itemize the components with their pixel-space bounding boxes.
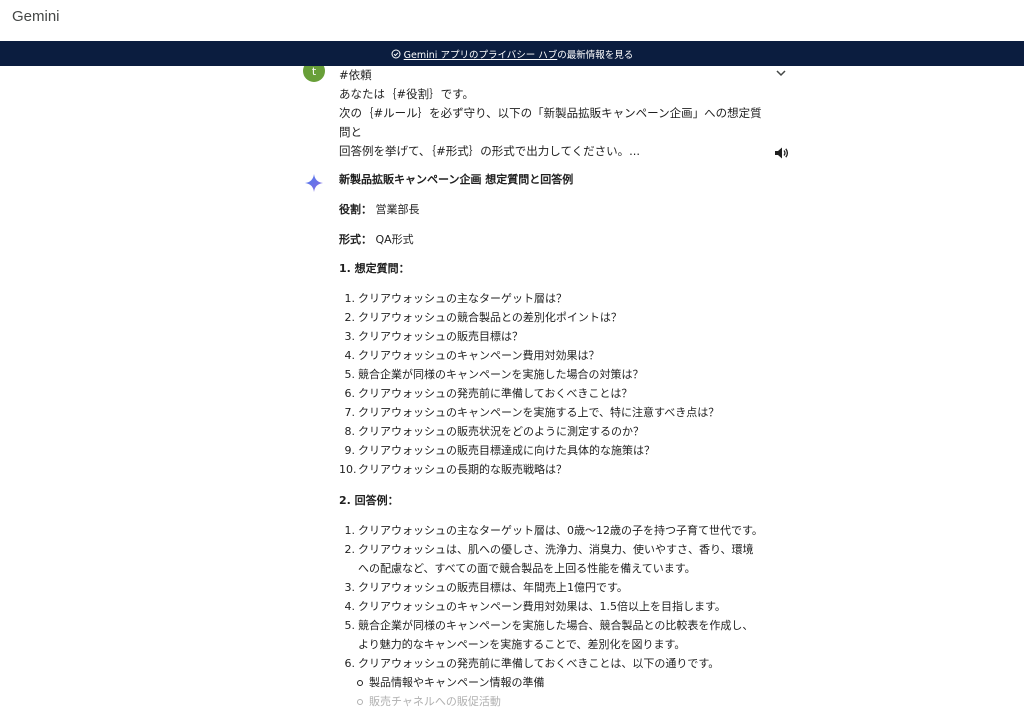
list-item: 製品情報やキャンペーン情報の準備 xyxy=(339,673,779,692)
user-message-line: 回答例を挙げて、｛#形式｝の形式で出力してください。... xyxy=(339,144,641,158)
privacy-banner: Gemini アプリのプライバシー ハブ の最新情報を見る xyxy=(0,41,1024,66)
user-avatar: t xyxy=(303,66,325,82)
banner-suffix: の最新情報を見る xyxy=(557,49,634,61)
chevron-down-icon[interactable] xyxy=(774,66,788,80)
list-item: 7. クリアウォッシュのキャンペーンを実施する上で、特に注意すべき点は？ xyxy=(344,406,720,419)
list-item: 4. クリアウォッシュのキャンペーン費用対効果は？ xyxy=(344,349,600,362)
list-item: 6. クリアウォッシュの発売前に準備しておくべきことは、以下の通りです。 xyxy=(344,657,720,670)
list-item: 1. クリアウォッシュの主なターゲット層は、0歳～12歳の子を持つ子育て世代です。 xyxy=(344,524,763,537)
list-item: 4. クリアウォッシュのキャンペーン費用対効果は、1.5倍以上を目指します。 xyxy=(344,600,726,613)
list-item: 6. クリアウォッシュの発売前に準備しておくべきことは？ xyxy=(344,387,633,400)
list-item: 1. クリアウォッシュの主なターゲット層は？ xyxy=(344,292,568,305)
list-item: 9. クリアウォッシュの販売目標達成に向けた具体的な施策は？ xyxy=(344,444,656,457)
user-message-line: あなたは｛#役割｝です。 xyxy=(339,87,474,101)
list-item: 3. クリアウォッシュの販売目標は、年間売上1億円です。 xyxy=(344,581,628,594)
app-title: Gemini xyxy=(12,8,60,25)
response-body: 新製品拡販キャンペーン企画 想定質問と回答例 役割： 営業部長 形式： QA形式… xyxy=(339,172,779,711)
chat-content: t #依頼 あなたは｛#役割｝です。 次の｛#ルール｝を必ず守り、以下の「新製品… xyxy=(0,66,1024,719)
list-item: 2. クリアウォッシュは、肌への優しさ、洗浄力、消臭力、使いやすさ、香り、環境 への… xyxy=(344,543,754,575)
user-message-line: #依頼 xyxy=(339,68,372,82)
answers-heading: 2. 回答例： xyxy=(339,494,399,507)
list-item: 5. 競合企業が同様のキャンペーンを実施した場合の対策は？ xyxy=(344,368,644,381)
list-item: 2. クリアウォッシュの競合製品との差別化ポイントは？ xyxy=(344,311,622,324)
list-item: 販売チャネルへの販促活動 xyxy=(339,692,779,711)
list-item: 5. 競合企業が同様のキャンペーンを実施した場合、競合製品との比較表を作成し、 より… xyxy=(344,619,754,651)
user-message: #依頼 あなたは｛#役割｝です。 次の｛#ルール｝を必ず守り、以下の「新製品拡販… xyxy=(339,66,769,161)
questions-list: 1. クリアウォッシュの主なターゲット層は？ 2. クリアウォッシュの競合製品との差… xyxy=(339,289,779,479)
role-line: 役割： 営業部長 xyxy=(339,202,779,218)
response-title: 新製品拡販キャンペーン企画 想定質問と回答例 xyxy=(339,173,574,186)
format-label: 形式： xyxy=(339,233,372,246)
list-item: 8. クリアウォッシュの販売状況をどのように測定するのか？ xyxy=(344,425,645,438)
gemini-sparkle-icon xyxy=(305,174,323,192)
list-item: 10. クリアウォッシュの長期的な販売戦略は？ xyxy=(339,463,567,476)
speaker-icon[interactable] xyxy=(774,146,790,160)
check-circle-icon xyxy=(391,49,401,58)
answers-list: 1. クリアウォッシュの主なターゲット層は、0歳～12歳の子を持つ子育て世代です。… xyxy=(339,521,779,673)
sub-list: 製品情報やキャンペーン情報の準備 販売チャネルへの販促活動 xyxy=(339,673,779,711)
questions-heading: 1. 想定質問： xyxy=(339,262,410,275)
role-label: 役割： xyxy=(339,203,372,216)
privacy-hub-link[interactable]: Gemini アプリのプライバシー ハブ xyxy=(404,47,558,61)
format-value: QA形式 xyxy=(375,233,414,246)
user-message-line: 次の｛#ルール｝を必ず守り、以下の「新製品拡販キャンペーン企画」への想定質問と xyxy=(339,106,762,139)
role-value: 営業部長 xyxy=(375,203,420,216)
format-line: 形式： QA形式 xyxy=(339,232,779,248)
top-bar: Gemini xyxy=(0,0,1024,41)
list-item: 3. クリアウォッシュの販売目標は？ xyxy=(344,330,524,343)
